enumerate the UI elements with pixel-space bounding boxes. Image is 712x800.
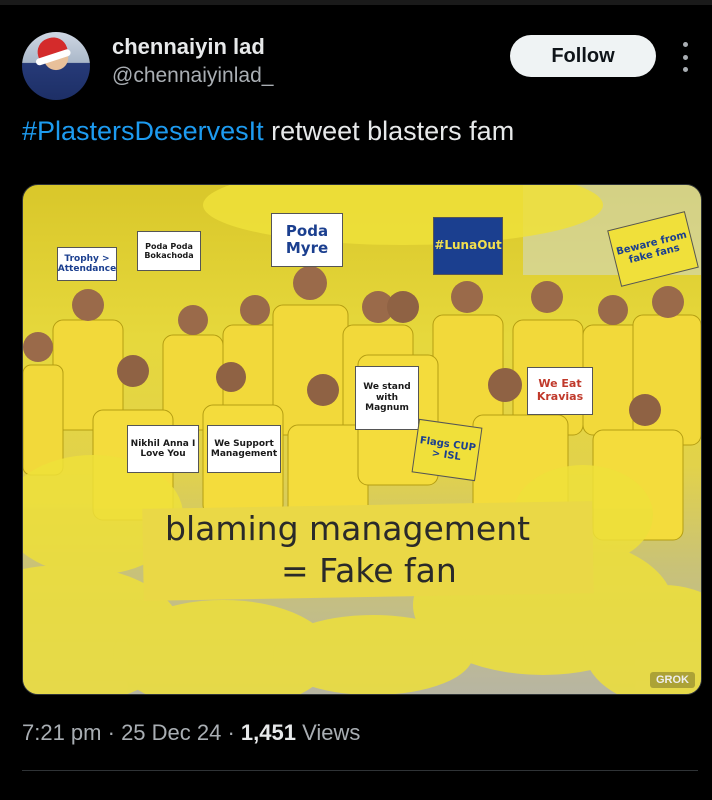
sign-nikhil-anna: Nikhil Anna I Love You (127, 425, 199, 473)
fans-illustration (23, 185, 701, 694)
sign-trophy: Trophy > Attendance (57, 247, 117, 281)
sign-we-support: We Support Management (207, 425, 281, 473)
tweet-date[interactable]: 25 Dec 24 (121, 720, 221, 745)
sign-we-eat: We Eat Kravias (527, 367, 593, 415)
divider (22, 770, 698, 771)
sign-poda-poda: Poda Poda Bokachoda (137, 231, 201, 271)
meta-separator: · (101, 720, 122, 745)
follow-button[interactable]: Follow (510, 35, 656, 77)
sign-luna-out: #LunaOut (433, 217, 503, 275)
hashtag-link[interactable]: #PlastersDeservesIt (22, 116, 264, 146)
sign-we-stand: We stand with Magnum (355, 366, 419, 430)
views-label: Views (295, 720, 361, 745)
sign-poda-myre: Poda Myre (271, 213, 343, 267)
sign-flags-cup: Flags CUP > ISL (411, 418, 483, 482)
meta-separator: · (221, 720, 241, 745)
grok-watermark: GROK (650, 672, 695, 688)
banner-line-1: blaming management (165, 509, 531, 548)
tweet-text: #PlastersDeservesIt retweet blasters fam (22, 116, 514, 147)
tweet-meta: 7:21 pm · 25 Dec 24 · 1,451 Views (22, 720, 360, 746)
views-count: 1,451 (240, 720, 296, 745)
author-display-name[interactable]: chennaiyin lad (112, 34, 265, 60)
more-vertical-icon[interactable] (676, 42, 694, 72)
top-divider (0, 0, 712, 5)
banner-line-2: = Fake fan (281, 551, 457, 590)
tweet-time[interactable]: 7:21 pm (22, 720, 102, 745)
author-handle[interactable]: @chennaiyinlad_ (112, 64, 273, 88)
tweet-image[interactable]: Trophy > Attendance Poda Poda Bokachoda … (22, 184, 702, 695)
tweet-body: retweet blasters fam (263, 116, 515, 146)
avatar[interactable] (22, 32, 90, 100)
santa-hat-icon (33, 33, 69, 61)
